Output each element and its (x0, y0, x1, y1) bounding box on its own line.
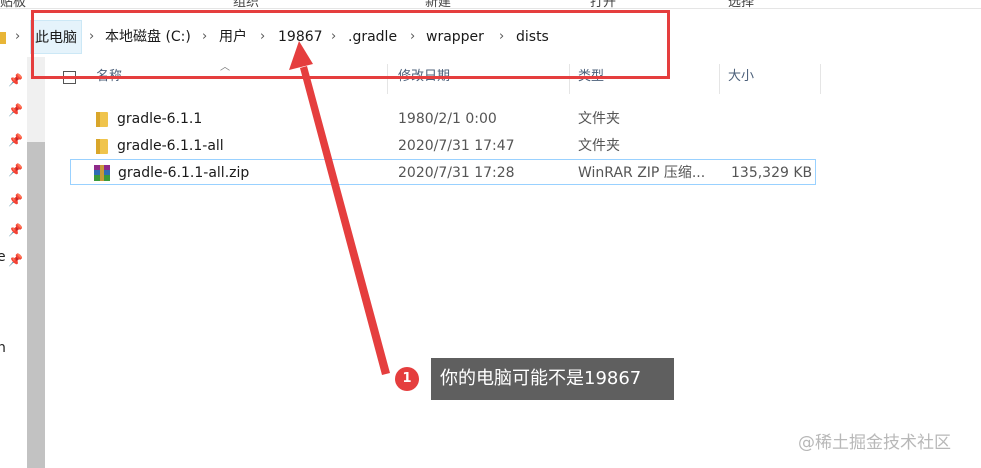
ribbon-group-new[interactable]: 新建 (425, 0, 451, 8)
ribbon-group-clipboard[interactable]: 贴板 (0, 0, 26, 8)
annotation-tooltip: 你的电脑可能不是19867 (431, 358, 674, 400)
file-size: 135,329 KB (731, 165, 813, 181)
scrollbar-thumb[interactable] (27, 142, 45, 468)
pin-icon[interactable]: 📌 (8, 103, 23, 117)
pin-icon[interactable]: 📌 (8, 193, 23, 207)
file-modified: 2020/7/31 17:47 (398, 138, 515, 154)
nav-item-label[interactable]: e (0, 249, 6, 265)
ribbon-group-organize[interactable]: 组织 (233, 0, 259, 8)
file-row[interactable]: gradle-6.1.1 1980/2/1 0:00 文件夹 (70, 106, 816, 132)
pin-icon[interactable]: 📌 (8, 253, 23, 267)
file-modified: 1980/2/1 0:00 (398, 111, 497, 127)
column-divider[interactable] (719, 64, 720, 94)
file-type: WinRAR ZIP 压缩... (578, 165, 706, 181)
pin-icon[interactable]: 📌 (8, 133, 23, 147)
column-divider[interactable] (820, 64, 821, 94)
file-name[interactable]: gradle-6.1.1 (117, 106, 202, 132)
ribbon-group-open[interactable]: 打开 (590, 0, 616, 8)
file-row[interactable]: gradle-6.1.1-all 2020/7/31 17:47 文件夹 (70, 133, 816, 159)
ribbon-group-select[interactable]: 选择 (728, 0, 754, 8)
file-name[interactable]: gradle-6.1.1-all (117, 133, 224, 159)
chevron-right-icon[interactable]: › (15, 20, 20, 54)
column-header-size[interactable]: 大小 (728, 62, 754, 92)
winrar-zip-icon (94, 165, 110, 181)
watermark: @稀土掘金技术社区 (798, 433, 951, 453)
folder-icon (0, 32, 6, 44)
folder-icon (96, 112, 108, 127)
ribbon-strip: 贴板 组织 新建 打开 选择 (0, 0, 981, 9)
annotation-highlight-box (31, 10, 670, 79)
pin-icon[interactable]: 📌 (8, 163, 23, 177)
folder-icon (96, 139, 108, 154)
pin-icon[interactable]: 📌 (8, 223, 23, 237)
file-modified: 2020/7/31 17:28 (398, 165, 515, 181)
file-type: 文件夹 (578, 111, 620, 127)
navigation-scrollbar[interactable] (27, 57, 45, 468)
step-number-badge: 1 (395, 367, 419, 391)
nav-item-label[interactable]: n (0, 340, 6, 356)
navigation-pane: 📌 📌 📌 📌 📌 📌 📌 e n (0, 57, 27, 468)
pin-icon[interactable]: 📌 (8, 73, 23, 87)
file-type: 文件夹 (578, 138, 620, 154)
file-name[interactable]: gradle-6.1.1-all.zip (118, 160, 249, 186)
file-row[interactable]: gradle-6.1.1-all.zip 2020/7/31 17:28 Win… (70, 159, 816, 185)
